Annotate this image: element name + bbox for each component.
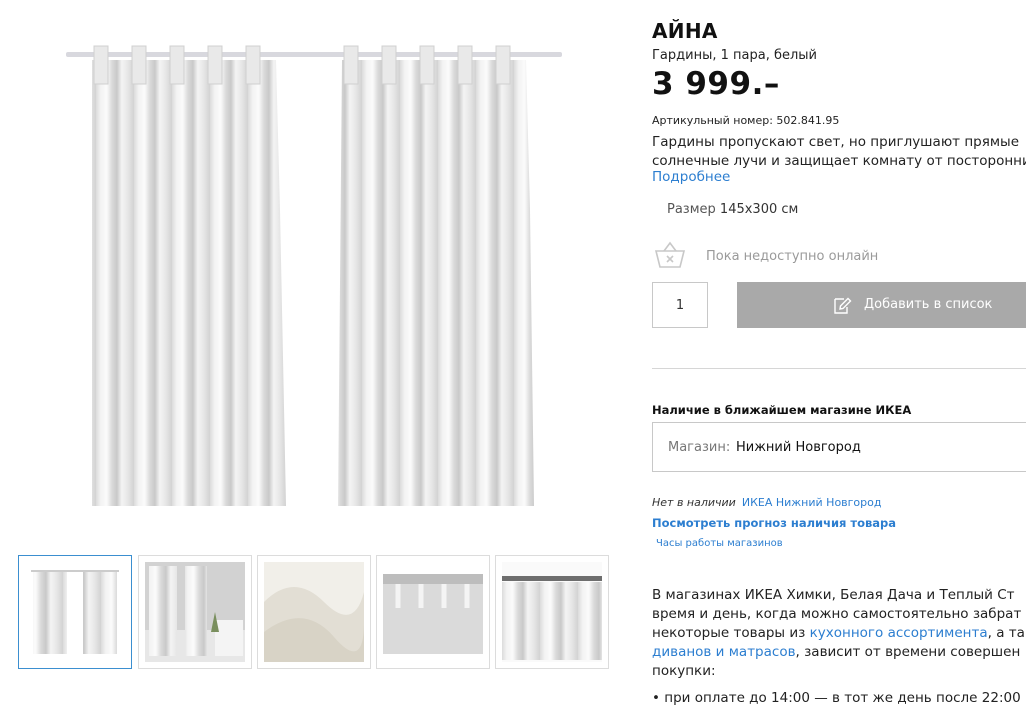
section-divider xyxy=(652,368,1026,369)
sofas-mattresses-link[interactable]: диванов и матрасов xyxy=(652,644,796,660)
delivery-text: , зависит от времени совершен xyxy=(795,644,1021,660)
thumbnail-fabric-closeup[interactable] xyxy=(257,555,371,669)
store-selector-value: Нижний Новгород xyxy=(736,440,861,455)
delivery-text: некоторые товары из xyxy=(652,625,810,641)
product-description: Гардины пропускают свет, но приглушают п… xyxy=(652,133,1026,171)
size-label: Размер xyxy=(667,202,716,217)
size-info: Размер 145x300 см xyxy=(667,202,798,217)
thumbnail-curtain-rod[interactable] xyxy=(495,555,609,669)
article-number: Артикульный номер: 502.841.95 xyxy=(652,114,840,127)
online-availability-status: Пока недоступно онлайн xyxy=(706,249,879,264)
delivery-text-line: некоторые товары из кухонного ассортимен… xyxy=(652,624,1026,643)
thumbnail-heading-tape[interactable] xyxy=(376,555,490,669)
thumbnail-curtains-in-room[interactable] xyxy=(138,555,252,669)
edit-list-icon xyxy=(834,297,852,314)
delivery-text-line: время и день, когда можно самостоятельно… xyxy=(652,606,1022,622)
delivery-text: , а та xyxy=(987,625,1025,641)
store-stock-heading: Наличие в ближайшем магазине ИКЕА xyxy=(652,403,912,417)
quantity-input[interactable] xyxy=(652,282,708,328)
product-main-image[interactable] xyxy=(20,10,610,530)
product-name: АЙНА xyxy=(652,19,718,43)
stock-forecast-link[interactable]: Посмотреть прогноз наличия товара xyxy=(652,516,896,530)
delivery-bullet: • при оплате до 14:00 — в тот же день по… xyxy=(652,690,1021,706)
delivery-info: В магазинах ИКЕА Химки, Белая Дача и Теп… xyxy=(652,586,1026,681)
delivery-text-line: покупки: xyxy=(652,663,716,679)
description-line: Гардины пропускают свет, но приглушают п… xyxy=(652,134,1019,150)
delivery-text-line: диванов и матрасов, зависит от времени с… xyxy=(652,643,1026,662)
add-to-list-button[interactable]: Добавить в список xyxy=(737,282,1026,328)
stock-status-line: Нет в наличии ИКЕА Нижний Новгород xyxy=(652,496,881,509)
add-to-list-label: Добавить в список xyxy=(864,297,993,312)
basket-unavailable-icon xyxy=(654,241,686,268)
size-value: 145x300 см xyxy=(719,202,799,217)
product-price: 3 999.– xyxy=(652,66,780,102)
more-details-link[interactable]: Подробнее xyxy=(652,169,730,185)
thumbnail-curtains-front[interactable] xyxy=(18,555,132,669)
stock-status: Нет в наличии xyxy=(652,496,736,509)
store-hours-link[interactable]: Часы работы магазинов xyxy=(656,538,783,549)
delivery-text-line: В магазинах ИКЕА Химки, Белая Дача и Теп… xyxy=(652,587,1015,603)
stock-store-link[interactable]: ИКЕА Нижний Новгород xyxy=(742,496,882,509)
product-info-panel: АЙНА Гардины, 1 пара, белый 3 999.– Арти… xyxy=(652,0,1026,708)
product-subtitle: Гардины, 1 пара, белый xyxy=(652,48,818,63)
store-selector-label: Магазин: xyxy=(668,440,731,455)
store-selector[interactable]: Магазин: Нижний Новгород xyxy=(652,422,1026,472)
kitchen-assortment-link[interactable]: кухонного ассортимента xyxy=(810,625,988,641)
